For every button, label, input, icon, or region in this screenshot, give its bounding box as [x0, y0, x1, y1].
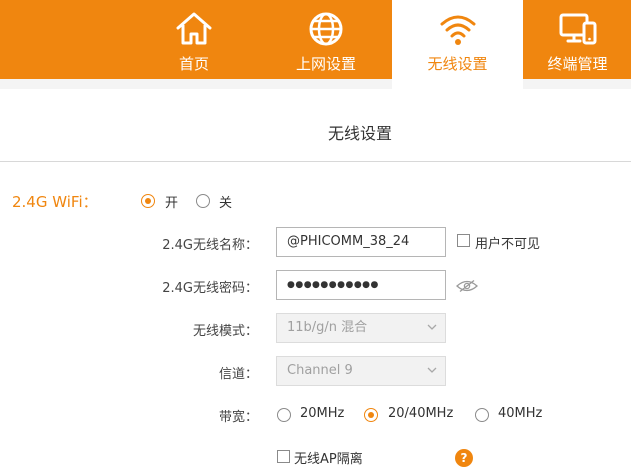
bandwidth-40-radio[interactable] [475, 408, 489, 422]
ap-isolation-label: 无线AP隔离 [294, 452, 363, 467]
wifi-icon [440, 15, 475, 45]
bandwidth-20-40-radio[interactable] [364, 408, 378, 422]
help-icon[interactable]: ? [455, 449, 473, 467]
chevron-down-icon [427, 324, 437, 330]
nav-label-devices: 终端管理 [547, 55, 608, 73]
nav-label-home: 首页 [178, 55, 209, 73]
devices-icon [559, 13, 596, 45]
mode-select-value: 11b/g/n 混合 [287, 320, 368, 335]
eye-slash-icon[interactable] [456, 279, 478, 293]
mode-select[interactable]: 11b/g/n 混合 [276, 313, 446, 343]
wifi-on-label: 开 [165, 196, 179, 211]
channel-select-value: Channel 9 [287, 363, 353, 378]
page-title: 无线设置 [327, 124, 392, 143]
mode-label: 无线模式： [192, 324, 258, 339]
wifi-off-radio[interactable] [196, 194, 210, 208]
wifi-off-label: 关 [219, 196, 233, 211]
nav-label-internet: 上网设置 [295, 55, 356, 73]
nav-tab-devices[interactable]: 终端管理 [524, 0, 631, 79]
globe-icon [309, 12, 343, 46]
password-label: 2.4G无线密码： [162, 281, 258, 296]
ssid-input[interactable]: @PHICOMM_38_24 [276, 227, 446, 257]
nav-label-wireless: 无线设置 [427, 55, 488, 73]
ssid-label: 2.4G无线名称： [162, 238, 258, 253]
channel-label: 信道： [218, 367, 258, 382]
bandwidth-20-label: 20MHz [300, 406, 345, 421]
wifi-on-radio[interactable] [141, 194, 155, 208]
nav-underband [0, 79, 631, 89]
bandwidth-20-radio[interactable] [277, 408, 291, 422]
hide-ssid-checkbox[interactable] [457, 234, 470, 247]
home-icon [176, 12, 212, 45]
hide-ssid-label: 用户不可见 [475, 237, 541, 252]
title-divider [0, 161, 631, 162]
nav-tab-internet[interactable]: 上网设置 [270, 0, 382, 79]
nav-active-connector [392, 79, 523, 89]
chevron-down-icon [427, 367, 437, 373]
nav-tab-home[interactable]: 首页 [138, 0, 250, 79]
band-label-24g: 2.4G WiFi： [12, 193, 98, 211]
nav-tab-wireless[interactable]: 无线设置 [392, 0, 523, 79]
password-input[interactable]: ●●●●●●●●●●● [276, 270, 446, 300]
channel-select[interactable]: Channel 9 [276, 356, 446, 386]
bandwidth-20-40-label: 20/40MHz [388, 406, 454, 421]
top-nav: 首页 上网设置 无线设置 终端管理 [0, 0, 631, 79]
bandwidth-40-label: 40MHz [498, 406, 543, 421]
ap-isolation-checkbox[interactable] [277, 450, 290, 463]
bandwidth-label: 带宽： [218, 410, 258, 425]
